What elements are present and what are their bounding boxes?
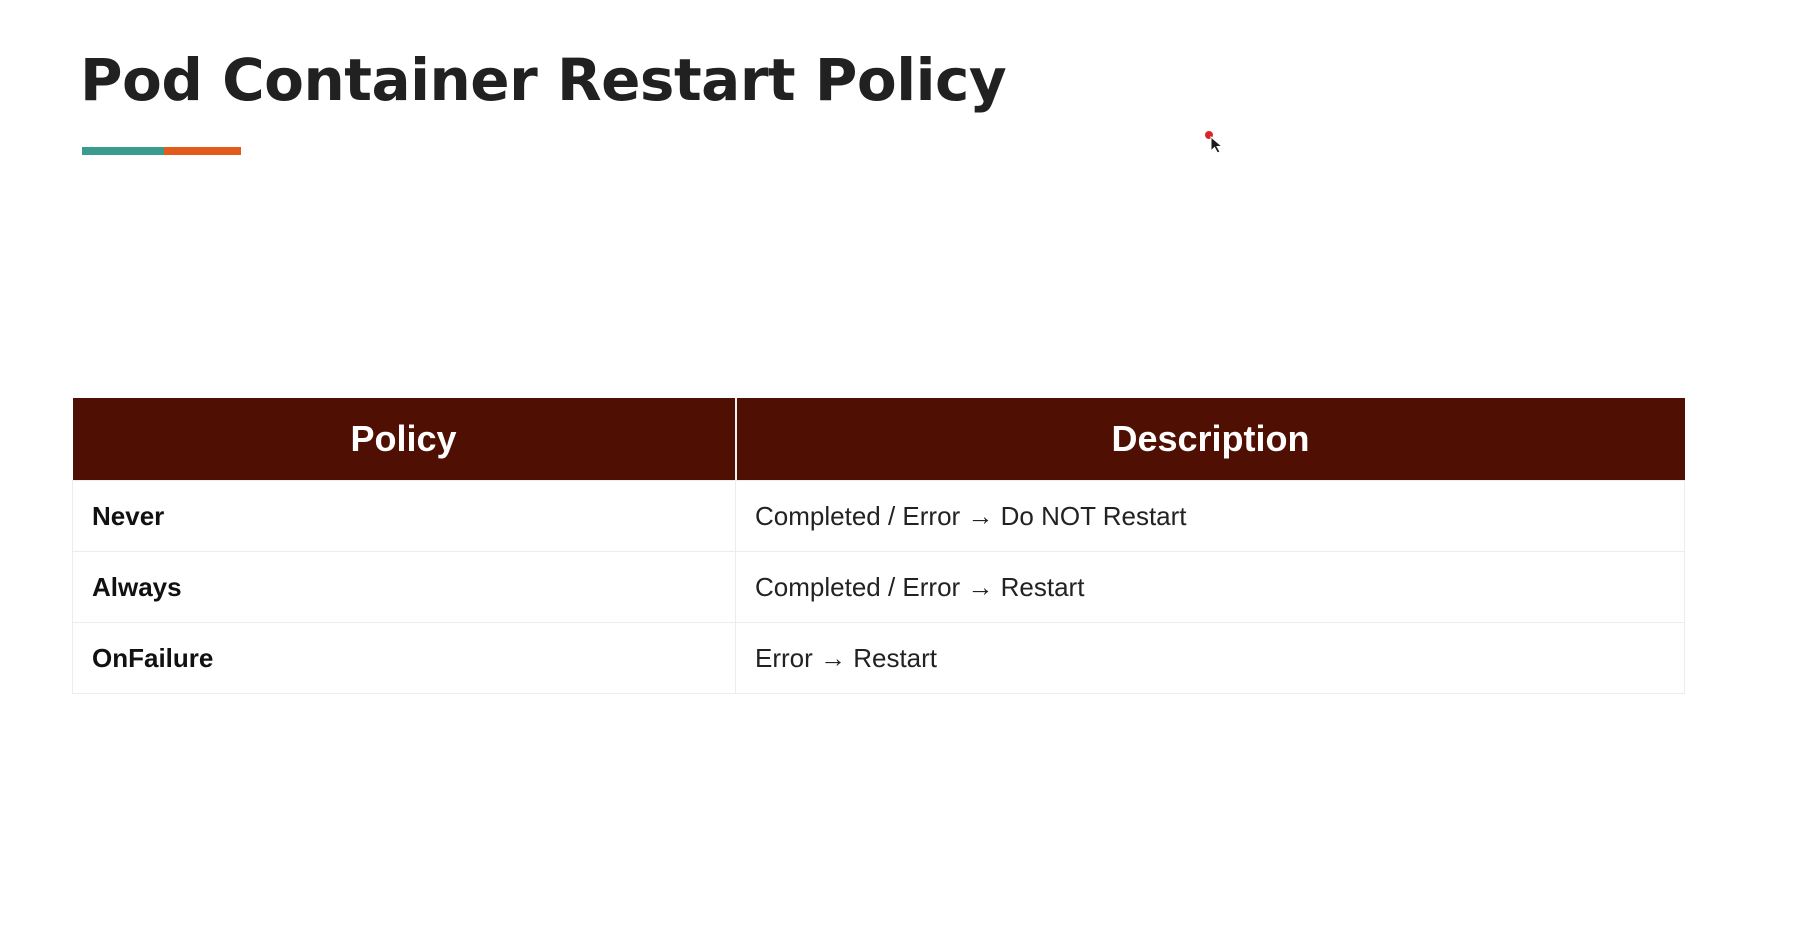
cursor-arrow	[1210, 135, 1224, 154]
restart-policy-table: Policy Description Never Completed / Err…	[72, 398, 1685, 694]
table-row: Always Completed / Error → Restart	[72, 551, 1685, 623]
column-header-policy: Policy	[72, 398, 737, 481]
accent-orange-segment	[164, 147, 241, 155]
slide-title: Pod Container Restart Policy	[80, 46, 1007, 114]
policy-description-cell: Error → Restart	[735, 622, 1685, 694]
mouse-pointer-icon	[1205, 131, 1224, 154]
policy-name-cell: Always	[72, 551, 736, 623]
table-header-row: Policy Description	[72, 398, 1685, 481]
column-header-description: Description	[735, 398, 1685, 481]
policy-name-cell: OnFailure	[72, 622, 736, 694]
title-accent-bar	[82, 147, 241, 155]
accent-teal-segment	[82, 147, 164, 155]
policy-description-cell: Completed / Error → Do NOT Restart	[735, 480, 1685, 552]
table-row: OnFailure Error → Restart	[72, 622, 1685, 694]
policy-name-cell: Never	[72, 480, 736, 552]
slide: Pod Container Restart Policy Policy Desc…	[0, 0, 1805, 949]
policy-description-cell: Completed / Error → Restart	[735, 551, 1685, 623]
table-row: Never Completed / Error → Do NOT Restart	[72, 480, 1685, 552]
